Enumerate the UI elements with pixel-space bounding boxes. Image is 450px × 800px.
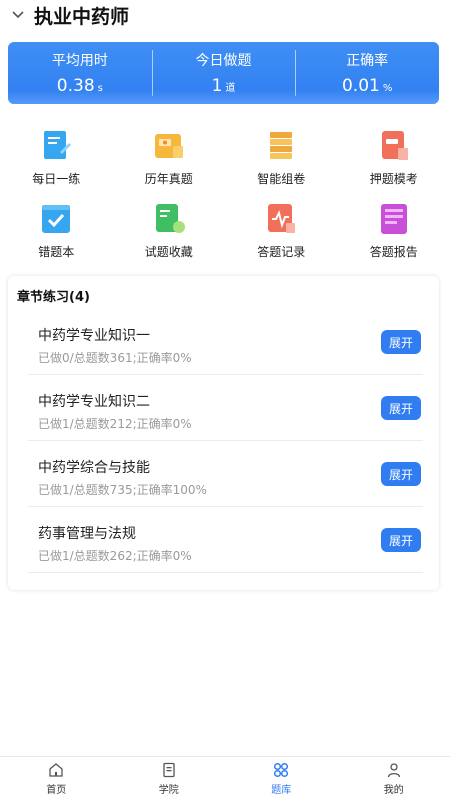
grid-item-label: 历年真题 — [144, 172, 193, 186]
mock-exam-icon — [381, 131, 408, 160]
stat-today-count: 今日做题 1道 — [151, 42, 296, 104]
chapter-row[interactable]: 中药学专业知识一 已做0/总题数361;正确率0% 展开 — [28, 309, 423, 375]
smart-paper-icon — [270, 132, 293, 159]
stat-accuracy: 正确率 0.01% — [295, 42, 439, 104]
chapter-row[interactable]: 中药学专业知识二 已做1/总题数212;正确率0% 展开 — [28, 375, 423, 441]
grid-item-label: 答题记录 — [257, 245, 306, 259]
feature-grid: 每日一练 历年真题 智能组卷 押题模考 错题本 试题收藏 答题记录 答题报告 — [0, 128, 450, 260]
bottom-tab-bar: 首页 学院 题库 我的 — [0, 756, 450, 800]
stat-unit: 道 — [225, 83, 236, 94]
tab-question-bank[interactable]: 题库 — [225, 757, 338, 800]
grid-item-wrong-questions[interactable]: 错题本 — [0, 201, 113, 260]
tab-label: 题库 — [271, 784, 292, 796]
answer-record-icon — [268, 204, 296, 233]
chapter-practice-card: 章节练习(4) 中药学专业知识一 已做0/总题数361;正确率0% 展开 中药学… — [8, 276, 439, 590]
chapter-row[interactable]: 中药学综合与技能 已做1/总题数735;正确率100% 展开 — [28, 441, 423, 507]
chapter-progress: 已做1/总题数212;正确率0% — [38, 417, 192, 431]
grid-item-answer-report[interactable]: 答题报告 — [338, 201, 450, 260]
expand-button[interactable]: 展开 — [381, 462, 421, 486]
tab-label: 首页 — [46, 784, 67, 796]
chevron-down-icon[interactable] — [10, 7, 26, 23]
grid-item-label: 答题报告 — [369, 245, 418, 259]
answer-report-icon — [380, 204, 407, 234]
favorites-icon — [155, 204, 185, 233]
tab-label: 我的 — [383, 784, 404, 796]
grid-item-past-exams[interactable]: 历年真题 — [113, 128, 226, 187]
daily-practice-icon — [44, 131, 72, 159]
grid-item-label: 智能组卷 — [257, 172, 306, 186]
stats-banner: 平均用时 0.38 s 今日做题 1道 正确率 0.01% — [8, 42, 439, 104]
grid-item-label: 试题收藏 — [144, 245, 193, 259]
stat-label: 平均用时 — [51, 53, 108, 69]
question-bank-icon — [274, 762, 289, 777]
grid-item-daily-practice[interactable]: 每日一练 — [0, 128, 113, 187]
tab-home[interactable]: 首页 — [0, 757, 113, 800]
stat-value: 0.38 — [56, 76, 95, 96]
grid-item-smart-paper[interactable]: 智能组卷 — [225, 128, 338, 187]
stat-unit: % — [382, 83, 393, 94]
expand-button[interactable]: 展开 — [381, 330, 421, 354]
chapter-progress: 已做1/总题数262;正确率0% — [38, 549, 192, 563]
grid-item-answer-record[interactable]: 答题记录 — [225, 201, 338, 260]
page-title: 执业中药师 — [34, 5, 130, 28]
stat-average-time: 平均用时 0.38 s — [8, 42, 152, 104]
wrong-questions-icon — [42, 205, 71, 233]
stat-unit: s — [97, 83, 103, 94]
chapter-practice-title: 章节练习(4) — [17, 290, 90, 305]
grid-item-label: 押题模考 — [369, 172, 418, 186]
chapter-name: 中药学专业知识一 — [38, 328, 150, 344]
stat-label: 今日做题 — [195, 53, 252, 69]
expand-button[interactable]: 展开 — [381, 528, 421, 552]
tab-profile[interactable]: 我的 — [338, 757, 450, 800]
chapter-name: 药事管理与法规 — [38, 526, 136, 542]
grid-item-label: 错题本 — [38, 245, 75, 259]
academy-icon — [163, 762, 175, 777]
grid-item-favorites[interactable]: 试题收藏 — [113, 201, 226, 260]
grid-item-label: 每日一练 — [32, 172, 81, 186]
stat-value: 1 — [211, 76, 223, 96]
stat-label: 正确率 — [346, 53, 389, 69]
app-header: 执业中药师 — [0, 0, 450, 30]
grid-item-mock-exam[interactable]: 押题模考 — [338, 128, 450, 187]
past-exams-icon — [154, 134, 183, 158]
stat-value: 0.01 — [341, 76, 380, 96]
chapter-row[interactable]: 药事管理与法规 已做1/总题数262;正确率0% 展开 — [28, 507, 423, 573]
chapter-progress: 已做1/总题数735;正确率100% — [38, 483, 207, 497]
home-icon — [49, 762, 63, 777]
chapter-name: 中药学综合与技能 — [38, 460, 150, 476]
tab-academy[interactable]: 学院 — [113, 757, 226, 800]
tab-label: 学院 — [158, 784, 179, 796]
chapter-progress: 已做0/总题数361;正确率0% — [38, 351, 192, 365]
profile-icon — [387, 762, 400, 777]
chapter-name: 中药学专业知识二 — [38, 394, 150, 410]
expand-button[interactable]: 展开 — [381, 396, 421, 420]
